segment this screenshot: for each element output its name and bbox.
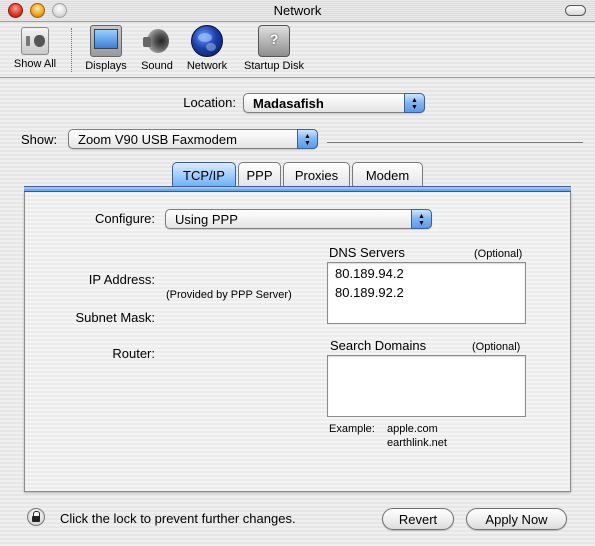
subnet-mask-label: Subnet Mask: — [75, 310, 156, 325]
sound-icon — [141, 25, 173, 57]
popup-arrows-icon: ▲ ▼ — [404, 93, 425, 113]
toolbar-item-label: Network — [186, 60, 228, 72]
title-bar: Network — [0, 0, 595, 22]
apply-now-button[interactable]: Apply Now — [466, 508, 567, 530]
configure-label: Configure: — [95, 211, 155, 226]
toolbar-item-show-all[interactable]: Show All — [8, 25, 62, 70]
example-value: earthlink.net — [387, 437, 447, 449]
search-domains-optional-label: (Optional) — [472, 341, 521, 353]
search-domains-field[interactable] — [327, 355, 526, 417]
dns-servers-label: DNS Servers — [329, 245, 405, 260]
startup-disk-icon — [258, 25, 290, 57]
tab-ppp[interactable]: PPP — [238, 162, 281, 187]
toolbar-separator — [71, 28, 72, 72]
tab-modem[interactable]: Modem — [352, 162, 423, 187]
displays-icon — [90, 25, 122, 57]
location-value: Madasafish — [253, 96, 324, 111]
revert-button[interactable]: Revert — [382, 508, 454, 530]
toolbar-item-label: Startup Disk — [244, 60, 304, 72]
toolbar-item-displays[interactable]: Displays — [82, 25, 130, 72]
location-popup[interactable]: Madasafish ▲ ▼ — [243, 93, 425, 113]
dns-servers-field[interactable]: 80.189.94.2 80.189.92.2 — [327, 262, 526, 324]
toolbar-item-network[interactable]: Network — [183, 25, 231, 72]
toolbar: Show All Displays Sound Network Startup … — [0, 22, 595, 78]
popup-arrows-icon: ▲ ▼ — [411, 209, 432, 229]
search-domains-label: Search Domains — [330, 338, 427, 353]
configure-value: Using PPP — [175, 212, 238, 227]
dns-server-entry: 80.189.92.2 — [335, 285, 404, 300]
tab-proxies[interactable]: Proxies — [283, 162, 350, 187]
show-all-icon — [21, 27, 49, 55]
example-label: Example: — [329, 423, 375, 435]
window-title: Network — [273, 3, 322, 18]
show-value: Zoom V90 USB Faxmodem — [78, 132, 237, 147]
router-label: Router: — [112, 346, 155, 361]
lock-status-text: Click the lock to prevent further change… — [60, 511, 296, 526]
provided-by-ppp-note: (Provided by PPP Server) — [166, 289, 292, 301]
show-popup[interactable]: Zoom V90 USB Faxmodem ▲ ▼ — [68, 129, 318, 149]
toolbar-item-startup-disk[interactable]: Startup Disk — [239, 25, 309, 72]
dns-server-entry: 80.189.94.2 — [335, 266, 404, 281]
tab-tcpip[interactable]: TCP/IP — [172, 162, 236, 187]
ip-address-label: IP Address: — [88, 272, 155, 287]
toolbar-item-label: Show All — [13, 58, 57, 70]
lock-icon[interactable] — [27, 508, 45, 526]
example-value: apple.com — [387, 423, 438, 435]
toolbar-item-label: Displays — [85, 60, 127, 72]
toolbar-item-label: Sound — [141, 60, 173, 72]
dns-optional-label: (Optional) — [474, 248, 523, 260]
show-label: Show: — [21, 132, 58, 147]
separator-line — [327, 142, 583, 143]
network-globe-icon — [191, 25, 223, 57]
location-label: Location: — [183, 95, 236, 110]
popup-arrows-icon: ▲ ▼ — [297, 129, 318, 149]
toolbar-toggle-button[interactable] — [565, 5, 586, 16]
configure-popup[interactable]: Using PPP ▲ ▼ — [165, 209, 432, 229]
toolbar-item-sound[interactable]: Sound — [137, 25, 177, 72]
